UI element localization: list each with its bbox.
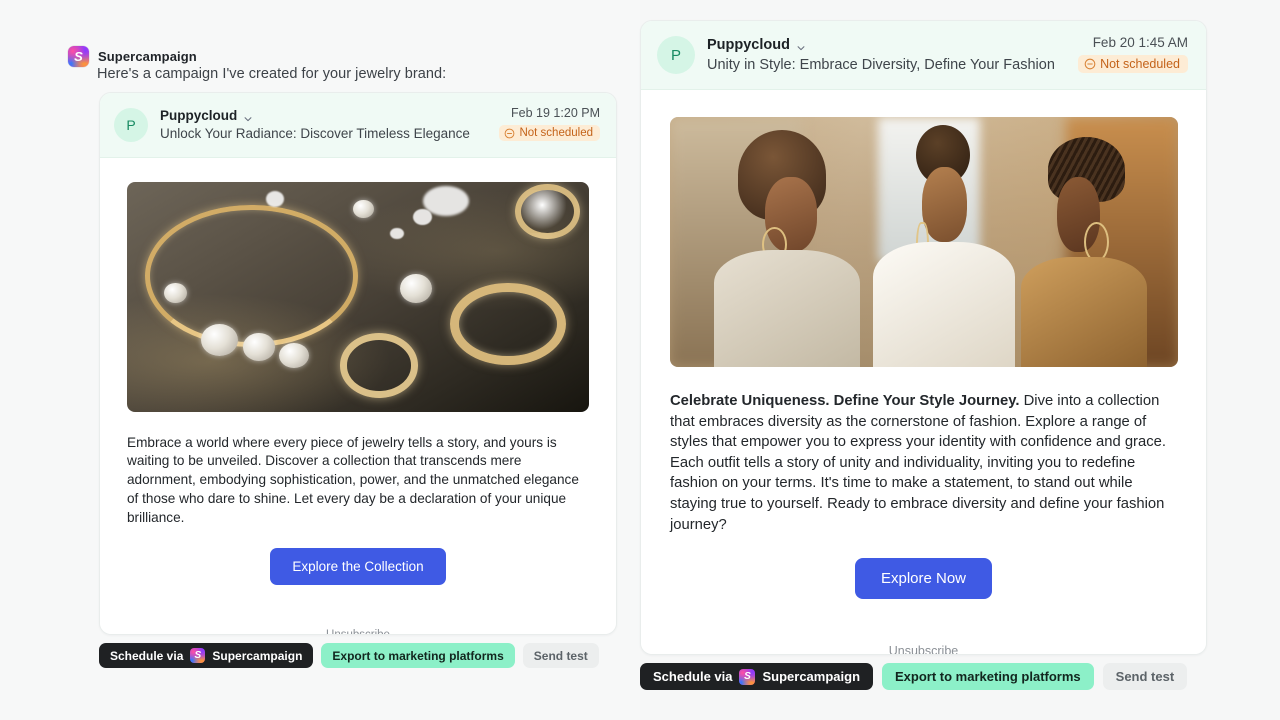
chevron-down-icon[interactable]: [796, 40, 806, 51]
export-button[interactable]: Export to marketing platforms: [321, 643, 515, 668]
email-header-status: Feb 19 1:20 PM Not scheduled: [487, 106, 600, 144]
email-header-right: P Puppycloud Unity in Style: Embrace Div…: [641, 21, 1206, 90]
cta-button[interactable]: Explore Now: [854, 558, 993, 600]
sender-name: Puppycloud: [707, 37, 790, 53]
supercampaign-app-icon: S: [68, 46, 89, 67]
export-button[interactable]: Export to marketing platforms: [882, 663, 1094, 690]
schedule-button-brand: Supercampaign: [212, 648, 303, 663]
schedule-button-prefix: Schedule via: [653, 669, 733, 684]
action-bar-right: Schedule via S Supercampaign Export to m…: [640, 663, 1188, 690]
avatar: P: [114, 107, 148, 142]
status-badge: Not scheduled: [499, 125, 600, 141]
email-body-left: Embrace a world where every piece of jew…: [100, 157, 616, 634]
chevron-down-icon[interactable]: [243, 111, 253, 121]
email-header-meta: Puppycloud Unlock Your Radiance: Discove…: [160, 108, 487, 141]
schedule-button[interactable]: Schedule via S Supercampaign: [99, 643, 314, 668]
supercampaign-app-icon: S: [190, 648, 206, 663]
schedule-button-brand: Supercampaign: [762, 669, 861, 684]
supercampaign-app-icon: S: [739, 668, 756, 685]
email-header-left: P Puppycloud Unlock Your Radiance: Disco…: [100, 93, 616, 158]
status-badge-label: Not scheduled: [519, 127, 593, 139]
email-header-meta: Puppycloud Unity in Style: Embrace Diver…: [707, 37, 1066, 73]
circle-minus-icon: [505, 128, 515, 138]
sender-name: Puppycloud: [160, 108, 238, 124]
email-body-text: Embrace a world where every piece of jew…: [127, 434, 579, 525]
email-body-rest: Dive into a collection that embraces div…: [670, 393, 1166, 533]
unsubscribe-link[interactable]: Unsubscribe: [127, 629, 589, 634]
email-body-text: Celebrate Uniqueness. Define Your Style …: [670, 391, 1177, 535]
send-test-button[interactable]: Send test: [1102, 663, 1188, 690]
assistant-message-text: Here's a campaign I've created for your …: [97, 66, 447, 82]
status-badge: Not scheduled: [1078, 55, 1188, 73]
action-bar-left: Schedule via S Supercampaign Export to m…: [99, 643, 599, 668]
hero-image-fashion: [670, 117, 1178, 367]
cta-container: Explore the Collection: [127, 548, 589, 586]
email-subject: Unlock Your Radiance: Discover Timeless …: [160, 126, 470, 142]
chat-panel: S Supercampaign Here's a campaign I've c…: [0, 0, 640, 720]
email-header-status: Feb 20 1:45 AM Not scheduled: [1066, 35, 1188, 75]
email-preview-card-right[interactable]: P Puppycloud Unity in Style: Embrace Div…: [640, 20, 1207, 655]
send-test-button[interactable]: Send test: [522, 643, 599, 668]
assistant-message-header: S Supercampaign: [68, 46, 197, 67]
email-body-right: Celebrate Uniqueness. Define Your Style …: [641, 90, 1206, 654]
app-screen: S Supercampaign Here's a campaign I've c…: [0, 0, 1280, 720]
circle-minus-icon: [1084, 58, 1096, 70]
email-subject: Unity in Style: Embrace Diversity, Defin…: [707, 57, 1055, 73]
email-body-lead: Celebrate Uniqueness. Define Your Style …: [670, 393, 1020, 409]
assistant-name: Supercampaign: [98, 49, 197, 64]
unsubscribe-link[interactable]: Unsubscribe: [670, 644, 1177, 654]
schedule-button[interactable]: Schedule via S Supercampaign: [640, 663, 874, 690]
schedule-button-prefix: Schedule via: [110, 648, 184, 663]
hero-image-jewelry: [127, 181, 589, 412]
cta-button[interactable]: Explore the Collection: [270, 548, 446, 586]
timestamp: Feb 20 1:45 AM: [1092, 35, 1188, 50]
timestamp: Feb 19 1:20 PM: [511, 106, 600, 120]
email-preview-card-left[interactable]: P Puppycloud Unlock Your Radiance: Disco…: [99, 92, 617, 635]
cta-container: Explore Now: [670, 558, 1177, 600]
avatar: P: [657, 36, 695, 74]
status-badge-label: Not scheduled: [1100, 57, 1180, 71]
